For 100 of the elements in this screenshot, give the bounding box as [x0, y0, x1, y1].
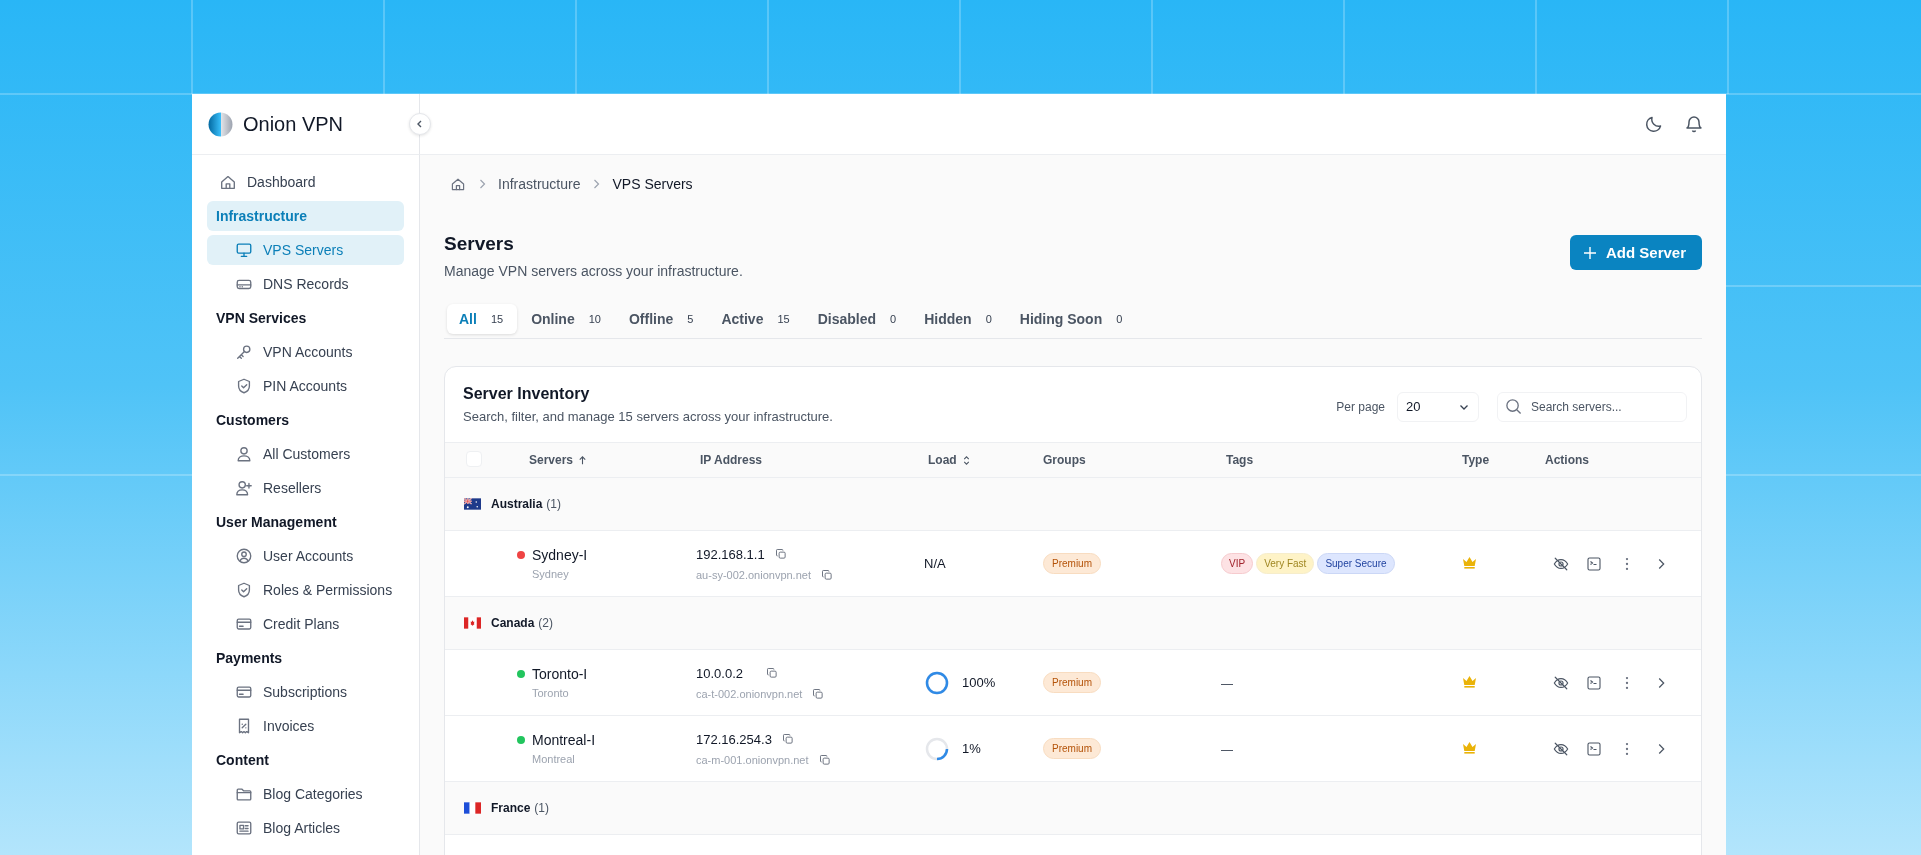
credit-card-icon: [235, 683, 253, 701]
folder-icon: [235, 785, 253, 803]
tab-count: 15: [490, 313, 504, 325]
country-name: Australia: [491, 497, 543, 511]
nav-item[interactable]: Invoices: [207, 711, 404, 741]
tab-count: 0: [985, 313, 992, 325]
monitor-icon: [235, 241, 253, 259]
per-page-label: Per page: [1336, 399, 1385, 414]
group-row[interactable]: Australia (1): [445, 477, 1701, 530]
page-subtitle: Manage VPN servers across your infrastructure.: [444, 263, 743, 279]
brand-name: Onion VPN: [243, 112, 344, 136]
filter-tab[interactable]: Offline 5: [616, 304, 708, 334]
tag: Super Secure: [1317, 553, 1395, 574]
nav-item[interactable]: User Accounts: [207, 541, 404, 571]
nav-label: Blog Articles: [263, 820, 341, 836]
logo-icon: [208, 111, 233, 137]
user-circle-icon: [235, 547, 253, 565]
terminal-icon[interactable]: [1587, 675, 1601, 690]
plus-icon: [1581, 244, 1598, 261]
copy-icon[interactable]: [812, 687, 825, 700]
nav-label: Resellers: [263, 480, 322, 496]
nav-item[interactable]: Dashboard: [207, 167, 404, 197]
eye-off-icon[interactable]: [1553, 674, 1569, 691]
moon-icon[interactable]: [1644, 114, 1664, 134]
nav-section[interactable]: Customers: [207, 405, 404, 435]
nav-section[interactable]: Payments: [207, 643, 404, 673]
australia-flag-icon: [464, 498, 481, 510]
breadcrumb-link[interactable]: VPS Servers: [612, 176, 693, 192]
breadcrumb-link[interactable]: Infrastructure: [498, 176, 581, 192]
filter-tab[interactable]: Active 15: [709, 304, 804, 334]
nav-item[interactable]: DNS Records: [207, 269, 404, 299]
filter-tab[interactable]: Disabled 0: [805, 304, 911, 334]
load-percent: 1%: [962, 741, 981, 756]
per-page-select[interactable]: 20: [1397, 391, 1479, 422]
tab-count: 0: [890, 313, 897, 325]
filter-tab[interactable]: Hidden 0: [912, 304, 1006, 334]
nav-item[interactable]: VPN Accounts: [207, 337, 404, 367]
copy-icon[interactable]: [781, 733, 794, 745]
copy-icon[interactable]: [774, 548, 787, 560]
nav-item[interactable]: Subscriptions: [207, 677, 404, 707]
nav-item[interactable]: Blog Articles: [207, 813, 404, 843]
nav-item[interactable]: Credit Plans: [207, 609, 404, 639]
load-ring: [924, 735, 950, 762]
nav-label: Dashboard: [247, 174, 316, 190]
card-title: Server Inventory: [463, 385, 591, 403]
group-row[interactable]: France (1): [445, 781, 1701, 834]
filter-tab[interactable]: All 15: [447, 304, 518, 334]
tag: Very Fast: [1256, 553, 1315, 574]
ip-address: 192.168.1.1: [696, 546, 765, 562]
group-tag: Premium: [1043, 553, 1101, 574]
nav-item[interactable]: All Customers: [207, 439, 404, 469]
france-flag-icon: [464, 802, 481, 814]
ip-address: 10.0.0.2: [696, 665, 744, 681]
server-name[interactable]: Sydney-I: [532, 547, 588, 563]
country-name: France: [491, 801, 531, 815]
nav-label: DNS Records: [263, 276, 349, 292]
column-header[interactable]: Load: [928, 453, 957, 467]
nav-item[interactable]: Resellers: [207, 473, 404, 503]
nav-item[interactable]: VPS Servers: [207, 235, 404, 265]
nav-section[interactable]: User Management: [207, 507, 404, 537]
copy-icon[interactable]: [766, 667, 778, 679]
nav-item[interactable]: Blog Categories: [207, 779, 404, 809]
user-icon: [235, 445, 253, 463]
nav-label: VPS Servers: [263, 242, 344, 258]
eye-off-icon[interactable]: [1553, 555, 1569, 572]
search-icon: [1505, 397, 1522, 415]
nav-item[interactable]: PIN Accounts: [207, 371, 404, 401]
terminal-icon[interactable]: [1587, 741, 1601, 756]
bell-icon[interactable]: [1684, 114, 1704, 134]
load-ring: [924, 669, 950, 696]
terminal-icon[interactable]: [1587, 556, 1601, 571]
copy-icon[interactable]: [820, 568, 833, 581]
shield-check-icon: [235, 581, 253, 599]
nav-section[interactable]: Content: [207, 745, 404, 775]
group-row[interactable]: Canada (2): [445, 596, 1701, 649]
nav-section[interactable]: VPN Services: [207, 303, 404, 333]
nav-item[interactable]: Roles & Permissions: [207, 575, 404, 605]
filter-tab[interactable]: Online 10: [519, 304, 615, 334]
empty-tags: —: [1221, 742, 1233, 757]
copy-icon[interactable]: [818, 753, 831, 766]
server-name[interactable]: Montreal-I: [532, 732, 596, 748]
user-plus-icon: [235, 479, 253, 497]
card-subtitle: Search, filter, and manage 15 servers across your infrastructure.: [463, 409, 833, 424]
home-icon: [450, 176, 466, 192]
column-header: Groups: [1043, 453, 1086, 467]
load-percent: 100%: [962, 675, 996, 690]
filter-tab[interactable]: Hiding Soon 0: [1007, 304, 1137, 334]
page-title: Servers: [444, 233, 515, 255]
column-header: Type: [1462, 453, 1490, 467]
canada-flag-icon: [464, 617, 481, 629]
search-field[interactable]: Search servers...: [1497, 391, 1687, 422]
nav-label: Roles & Permissions: [263, 582, 393, 598]
nav-label: Credit Plans: [263, 616, 340, 632]
server-name[interactable]: Toronto-I: [532, 666, 588, 682]
column-header[interactable]: Servers: [529, 453, 574, 467]
eye-off-icon[interactable]: [1553, 740, 1569, 757]
group-count: (1): [546, 497, 562, 511]
nav-section[interactable]: Infrastructure: [207, 201, 404, 231]
ip-address: 172.16.254.3: [696, 731, 772, 747]
add-server-button[interactable]: Add Server: [1569, 235, 1702, 270]
